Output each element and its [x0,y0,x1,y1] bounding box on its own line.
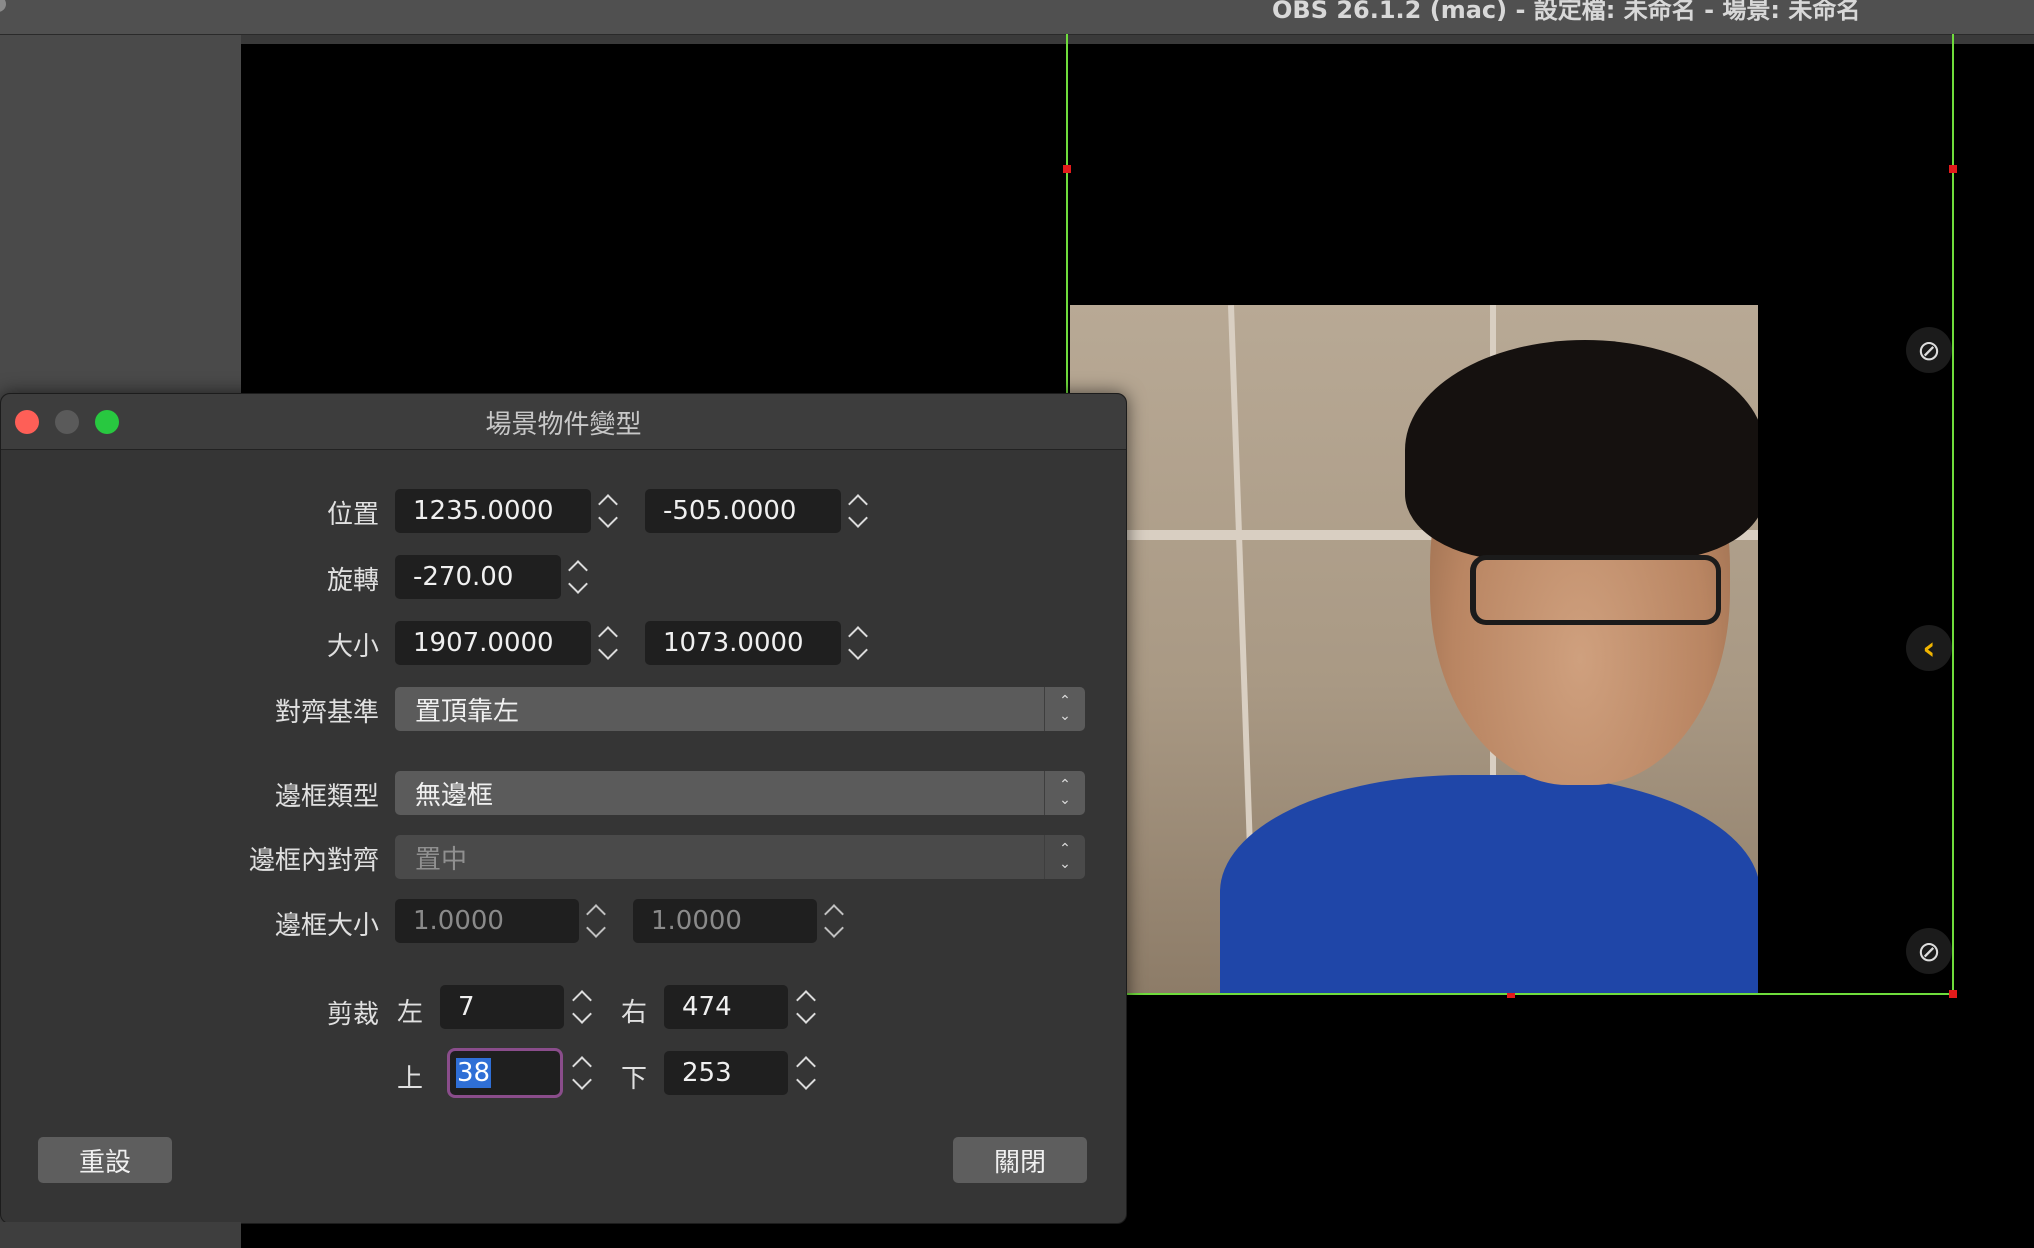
position-label: 位置 [326,500,379,530]
select-arrows-icon: ⌃ ⌄ [1044,687,1085,731]
bounds-width-input[interactable]: 1.0000 [395,899,579,943]
close-button[interactable]: 關閉 [953,1137,1087,1183]
selected-text: 38 [456,1058,492,1088]
bounds-height-input[interactable]: 1.0000 [633,899,817,943]
size-label: 大小 [326,632,379,662]
rotation-input[interactable]: -270.00 [395,555,561,599]
alignment-label: 對齊基準 [274,698,379,728]
bounds-size-label: 邊框大小 [274,911,379,941]
crop-left-label: 左 [397,998,424,1028]
bounds-height-stepper[interactable] [819,899,849,943]
source-bound-right [1952,34,1954,994]
bounds-type-select[interactable]: 無邊框 ⌃ ⌄ [395,771,1085,815]
app-titlebar: OBS 26.1.2 (mac) - 設定檔: 未命名 - 場景: 未命名 [0,0,2034,35]
source-bound-left [1066,34,1068,394]
select-arrows-icon: ⌃ ⌄ [1044,835,1085,879]
crop-right-stepper[interactable] [791,985,821,1029]
rotation-label: 旋轉 [326,566,379,596]
crop-top-input[interactable]: 38 [450,1051,560,1095]
camera-source-image [1070,305,1758,993]
bounds-type-label: 邊框類型 [274,782,379,812]
transform-dialog: 場景物件變型 位置 1235.0000 -505.0000 旋轉 -270.00… [0,393,1127,1224]
crop-top-label: 上 [397,1064,424,1094]
source-bound-bottom [1125,993,1954,995]
chevron-left-icon[interactable]: ‹ [1906,625,1952,671]
crop-top-stepper[interactable] [567,1051,597,1095]
position-x-stepper[interactable] [593,489,623,533]
crop-left-stepper[interactable] [567,985,597,1029]
alignment-select[interactable]: 置頂靠左 ⌃ ⌄ [395,687,1085,731]
dialog-title: 場景物件變型 [485,410,642,440]
resize-handle[interactable] [1063,165,1071,173]
resize-handle[interactable] [1949,990,1957,998]
pin-off-icon[interactable]: ⊘ [1906,327,1952,373]
position-y-stepper[interactable] [843,489,873,533]
bounds-alignment-select[interactable]: 置中 ⌃ ⌄ [395,835,1085,879]
rotation-stepper[interactable] [563,555,593,599]
position-x-input[interactable]: 1235.0000 [395,489,591,533]
left-panel-bottom [0,1222,241,1248]
crop-bottom-label: 下 [621,1064,648,1094]
crop-left-input[interactable]: 7 [440,985,564,1029]
window-control[interactable] [0,0,6,12]
crop-right-input[interactable]: 474 [664,985,788,1029]
app-title: OBS 26.1.2 (mac) - 設定檔: 未命名 - 場景: 未命名 [1272,0,1861,24]
crop-bottom-input[interactable]: 253 [664,1051,788,1095]
crop-right-label: 右 [621,998,648,1028]
dialog-titlebar: 場景物件變型 [1,394,1126,450]
size-width-stepper[interactable] [593,621,623,665]
resize-handle[interactable] [1949,165,1957,173]
camera-off-icon[interactable]: ⊘ [1906,928,1952,974]
position-y-input[interactable]: -505.0000 [645,489,841,533]
size-height-stepper[interactable] [843,621,873,665]
size-width-input[interactable]: 1907.0000 [395,621,591,665]
reset-button[interactable]: 重設 [38,1137,172,1183]
bounds-alignment-label: 邊框內對齊 [248,846,379,876]
crop-label: 剪裁 [326,1000,379,1030]
bounds-width-stepper[interactable] [581,899,611,943]
crop-bottom-stepper[interactable] [791,1051,821,1095]
preview-top-strip [241,35,2034,44]
select-arrows-icon: ⌃ ⌄ [1044,771,1085,815]
size-height-input[interactable]: 1073.0000 [645,621,841,665]
